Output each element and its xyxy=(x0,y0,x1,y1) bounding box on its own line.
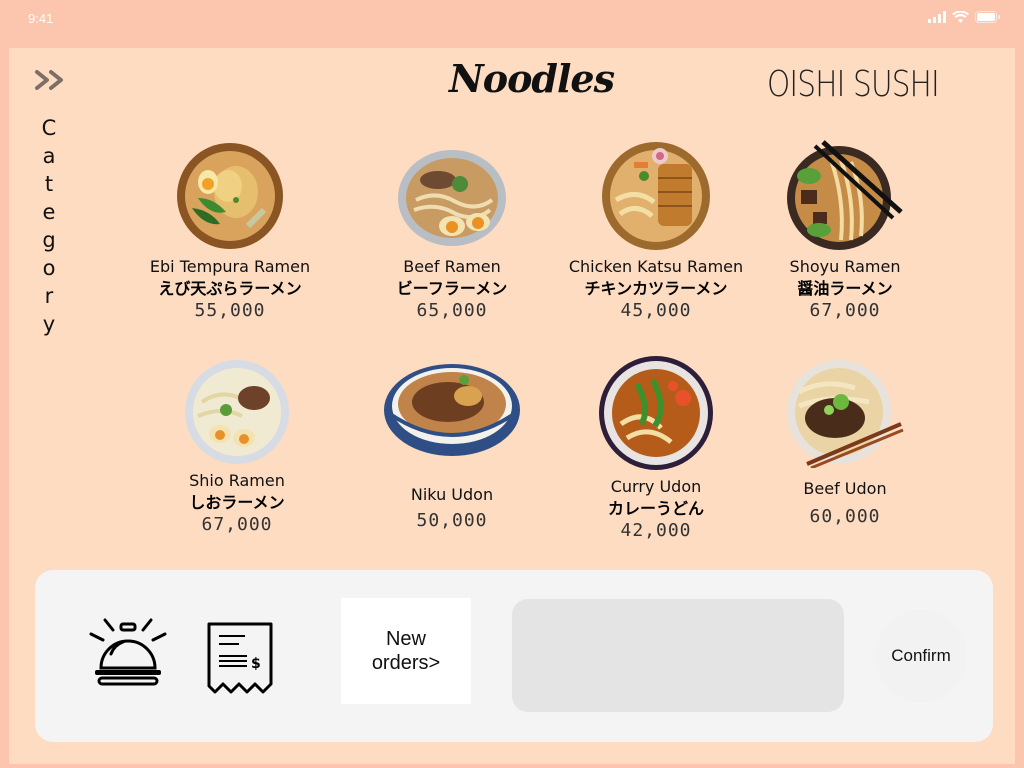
item-name-en: Beef Udon xyxy=(803,479,887,498)
item-name-en: Curry Udon xyxy=(610,477,702,496)
status-time: 9:41 xyxy=(28,11,54,26)
item-name-en: Ebi Tempura Ramen xyxy=(149,257,311,276)
item-name-jp: ビーフラーメン xyxy=(396,279,508,298)
order-summary-display xyxy=(512,599,844,712)
ebi-tempura-ramen-image xyxy=(177,143,283,249)
item-price: 50,000 xyxy=(416,510,488,531)
item-name-en: Shio Ramen xyxy=(189,471,285,490)
new-orders-label-line1: New xyxy=(385,628,426,650)
item-price: 67,000 xyxy=(809,300,881,321)
shoyu-ramen-image xyxy=(787,140,903,250)
brand-logo: OISHI SUSHI xyxy=(767,64,940,105)
niku-udon-image xyxy=(384,364,520,456)
receipt-icon[interactable]: $ xyxy=(205,620,275,698)
status-icons xyxy=(928,11,1000,23)
menu-item-beef-udon[interactable]: Beef Udon 60,000 xyxy=(745,358,945,528)
shio-ramen-image xyxy=(185,360,289,464)
item-name-en: Beef Ramen xyxy=(403,257,501,276)
category-letter: r xyxy=(44,284,54,308)
item-name-jp: えび天ぷらラーメン xyxy=(158,279,302,298)
double-chevron-right-icon[interactable] xyxy=(33,66,69,94)
menu-item-shoyu-ramen[interactable]: Shoyu Ramen 醤油ラーメン 67,000 xyxy=(745,140,945,322)
menu-item-ebi-tempura-ramen[interactable]: Ebi Tempura Ramen えび天ぷらラーメン 55,000 xyxy=(130,140,330,322)
beef-ramen-image xyxy=(398,150,506,246)
item-name-en: Shoyu Ramen xyxy=(789,257,901,276)
battery-icon xyxy=(975,11,1000,23)
svg-text:$: $ xyxy=(251,656,261,672)
app-screen: C a t e g o r y Noodles OISHI SUSHI Ebi … xyxy=(9,48,1015,764)
menu-item-shio-ramen[interactable]: Shio Ramen しおラーメン 67,000 xyxy=(137,358,337,536)
menu-item-beef-ramen[interactable]: Beef Ramen ビーフラーメン 65,000 xyxy=(352,140,552,322)
new-orders-label-line2: orders> xyxy=(371,652,441,674)
item-name-jp: カレーうどん xyxy=(607,499,704,518)
item-price: 65,000 xyxy=(416,300,488,321)
category-letter: y xyxy=(42,312,56,336)
beef-udon-image xyxy=(787,360,904,468)
item-name-jp: 醤油ラーメン xyxy=(797,279,893,298)
item-name-jp: チキンカツラーメン xyxy=(584,279,728,298)
category-letter: o xyxy=(42,256,56,280)
signal-icon xyxy=(928,11,946,23)
item-price: 67,000 xyxy=(201,514,273,535)
order-panel: $ New orders> Confirm xyxy=(35,570,993,742)
item-name-jp: しおラーメン xyxy=(189,493,285,512)
page-title: Noodles xyxy=(449,56,615,101)
item-name-en: Chicken Katsu Ramen xyxy=(568,257,744,276)
category-menu-label[interactable]: C a t e g o r y xyxy=(37,114,61,338)
menu-item-niku-udon[interactable]: Niku Udon 50,000 xyxy=(352,360,552,532)
item-price: 42,000 xyxy=(620,520,692,541)
curry-udon-image xyxy=(599,356,713,470)
category-letter: g xyxy=(42,228,56,252)
category-letter: a xyxy=(42,144,56,168)
item-price: 55,000 xyxy=(194,300,266,321)
category-letter: e xyxy=(42,200,56,224)
category-letter: t xyxy=(44,172,54,196)
service-bell-icon[interactable] xyxy=(83,614,173,694)
status-bar: 9:41 xyxy=(0,0,1024,44)
menu-item-chicken-katsu-ramen[interactable]: Chicken Katsu Ramen チキンカツラーメン 45,000 xyxy=(556,140,756,322)
confirm-button[interactable]: Confirm xyxy=(875,610,967,702)
item-name-en: Niku Udon xyxy=(410,485,494,504)
category-letter: C xyxy=(41,116,57,140)
wifi-icon xyxy=(952,11,969,23)
menu-item-curry-udon[interactable]: Curry Udon カレーうどん 42,000 xyxy=(556,354,756,542)
item-price: 60,000 xyxy=(809,506,881,527)
item-price: 45,000 xyxy=(620,300,692,321)
chicken-katsu-ramen-image xyxy=(602,142,710,250)
new-orders-button[interactable]: New orders> xyxy=(341,598,471,704)
